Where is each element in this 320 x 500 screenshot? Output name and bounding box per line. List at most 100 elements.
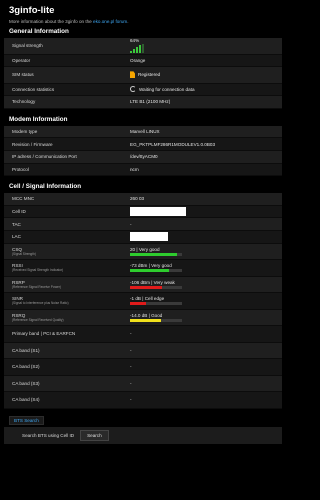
rsrp-value: -106 dBm | Very weak bbox=[130, 279, 175, 285]
csq-sublabel: (Signal Strength) bbox=[12, 251, 36, 256]
row-ca-band-s3: CA band (S3) - bbox=[4, 375, 282, 393]
rssi-bar-track bbox=[130, 269, 182, 273]
rsrp-meter: -106 dBm | Very weak bbox=[130, 280, 182, 289]
row-connection-statistics: Connection statistics Waiting for connec… bbox=[4, 83, 282, 97]
signal-bar-4 bbox=[139, 45, 141, 54]
csq-bar-fill bbox=[130, 252, 177, 256]
signal-bar-1 bbox=[130, 51, 132, 54]
row-sinr: SINR (Signal to Interference plus Noise R… bbox=[4, 293, 282, 310]
sinr-value: -1 dB | Cell edge bbox=[130, 296, 165, 302]
modem-type-label: Modem type bbox=[12, 129, 38, 135]
cell-section-title: Cell / Signal Information bbox=[9, 183, 82, 191]
csq-meter: 20 | Very good bbox=[130, 247, 182, 256]
row-sim-status: SIM status Registered bbox=[4, 67, 282, 84]
row-rssi: RSSI (Received Signal Strength Indicator)… bbox=[4, 260, 282, 277]
bts-search-panel: Search BTS using Cell ID Search bbox=[4, 426, 282, 444]
cell-id-redacted bbox=[130, 207, 186, 217]
protocol-value: ncm bbox=[130, 166, 139, 172]
row-operator: Operator Orange bbox=[4, 54, 282, 68]
technology-label: Technology bbox=[12, 99, 36, 105]
protocol-label: Protocol bbox=[12, 166, 29, 172]
row-mcc-mnc: MCC MNC 260 03 bbox=[4, 193, 282, 206]
sinr-meter: -1 dB | Cell edge bbox=[130, 296, 182, 306]
row-modem-type: Modem type Marvell LINUX bbox=[4, 125, 282, 139]
tac-value: - bbox=[130, 221, 132, 227]
rssi-sublabel: (Received Signal Strength Indicator) bbox=[12, 268, 64, 273]
sinr-bar-fill bbox=[130, 302, 146, 306]
ca-band-s1-label: CA band (S1) bbox=[12, 347, 40, 353]
ip-address-label: IP adress / Communication Port bbox=[12, 154, 77, 160]
primary-band-value: - bbox=[130, 331, 132, 337]
rsrq-value: -14.0 dB | Good bbox=[130, 312, 163, 318]
row-lac: LAC bbox=[4, 230, 282, 244]
rsrp-sublabel: (Reference Signal Receive Power) bbox=[12, 284, 61, 289]
lac-label: LAC bbox=[12, 234, 21, 240]
sim-status-value: Registered bbox=[138, 72, 161, 78]
signal-bars-icon bbox=[130, 44, 144, 54]
cell-table: MCC MNC 260 03 Cell ID TAC - LAC CSQ (Sig… bbox=[4, 193, 282, 409]
signal-bar-5 bbox=[142, 44, 144, 54]
revision-firmware-label: Revision / Firmware bbox=[12, 141, 53, 147]
ca-band-s4-label: CA band (S4) bbox=[12, 397, 40, 403]
row-ca-band-s1: CA band (S1) - bbox=[4, 342, 282, 360]
rsrq-bar-fill bbox=[130, 318, 162, 322]
row-primary-band: Primary band | PCI & EARFCN - bbox=[4, 326, 282, 343]
row-rsrq: RSRQ (Reference Signal Received Quality) … bbox=[4, 309, 282, 327]
mcc-mnc-value: 260 03 bbox=[130, 196, 145, 202]
modem-type-value: Marvell LINUX bbox=[130, 129, 160, 135]
rsrq-bar-track bbox=[130, 318, 182, 322]
rsrp-bar-fill bbox=[130, 285, 163, 289]
rssi-value: -73 dBm | Very good bbox=[130, 263, 172, 269]
forum-link[interactable]: eko.one.pl forum bbox=[93, 19, 127, 24]
general-section-title: General Information bbox=[9, 28, 69, 35]
page-description: More information about the 3ginfo on the… bbox=[4, 18, 282, 28]
sim-status-label: SIM status bbox=[12, 72, 34, 78]
tac-label: TAC bbox=[12, 221, 21, 227]
lac-redacted bbox=[130, 232, 168, 242]
modem-table: Modem type Marvell LINUX Revision / Firm… bbox=[4, 125, 282, 177]
signal-bar-3 bbox=[136, 47, 138, 54]
signal-percent: 64% bbox=[130, 38, 140, 44]
sinr-sublabel: (Signal to Interference plus Noise Ratio… bbox=[12, 301, 69, 306]
ca-band-s2-value: - bbox=[130, 364, 132, 370]
description-suffix: . bbox=[127, 19, 129, 24]
signal-bar-2 bbox=[133, 49, 135, 54]
row-protocol: Protocol ncm bbox=[4, 163, 282, 177]
row-cell-id: Cell ID bbox=[4, 205, 282, 219]
page: 3ginfo-lite More information about the 3… bbox=[0, 0, 286, 500]
spinner-icon bbox=[130, 86, 136, 93]
row-technology: Technology LTE B1 (2100 MHz) bbox=[4, 96, 282, 109]
general-table: Signal strength 64% Operator Orange SIM … bbox=[4, 38, 282, 109]
ca-band-s1-value: - bbox=[130, 347, 132, 353]
csq-bar-track bbox=[130, 252, 182, 256]
row-revision-firmware: Revision / Firmware EG_PKTPLMF286R1MODUL… bbox=[4, 138, 282, 151]
revision-firmware-value: EG_PKTPLMF286R1MODULEV1.0.0B03 bbox=[130, 141, 216, 147]
search-button[interactable]: Search bbox=[80, 429, 109, 441]
modem-section-title: Modem Information bbox=[9, 115, 68, 123]
row-ca-band-s4: CA band (S4) - bbox=[4, 392, 282, 409]
csq-value: 20 | Very good bbox=[130, 246, 160, 252]
rsrq-sublabel: (Reference Signal Received Quality) bbox=[12, 317, 64, 322]
mcc-mnc-label: MCC MNC bbox=[12, 196, 35, 202]
description-text: More information about the 3ginfo on the bbox=[9, 19, 94, 24]
primary-band-label: Primary band | PCI & EARFCN bbox=[12, 331, 76, 337]
rssi-meter: -73 dBm | Very good bbox=[130, 263, 182, 273]
row-signal-strength: Signal strength 64% bbox=[4, 38, 282, 55]
row-ip-address: IP adress / Communication Port /dev/ttyA… bbox=[4, 150, 282, 164]
row-csq: CSQ (Signal Strength) 20 | Very good bbox=[4, 243, 282, 261]
tab-bts-search[interactable]: BTS Search bbox=[9, 415, 44, 425]
signal-strength-value: 64% bbox=[130, 38, 144, 54]
cell-id-label: Cell ID bbox=[12, 209, 26, 215]
row-rsrp: RSRP (Reference Signal Receive Power) -10… bbox=[4, 276, 282, 294]
page-title: 3ginfo-lite bbox=[9, 5, 55, 16]
ca-band-s4-value: - bbox=[130, 397, 132, 403]
signal-strength-label: Signal strength bbox=[12, 43, 43, 49]
technology-value: LTE B1 (2100 MHz) bbox=[130, 99, 171, 105]
rsrq-meter: -14.0 dB | Good bbox=[130, 313, 182, 322]
operator-value: Orange bbox=[130, 57, 146, 63]
ca-band-s3-value: - bbox=[130, 380, 132, 386]
row-tac: TAC - bbox=[4, 218, 282, 231]
ip-address-value: /dev/ttyACM0 bbox=[130, 154, 158, 160]
rsrp-bar-track bbox=[130, 285, 182, 289]
sim-card-icon bbox=[130, 71, 135, 79]
